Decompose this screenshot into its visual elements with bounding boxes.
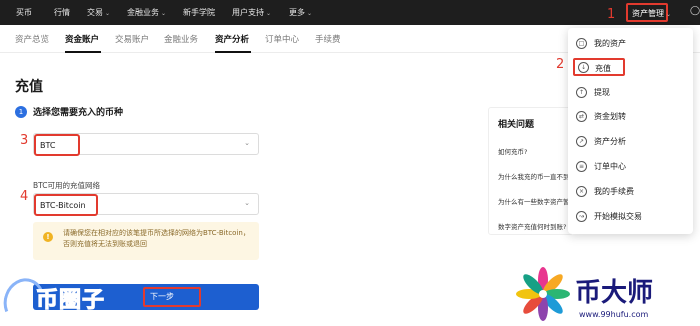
withdraw-icon: ↑ <box>576 87 587 98</box>
wallet-icon: □ <box>576 38 587 49</box>
tab-finance-business[interactable]: 金融业务 <box>164 33 198 45</box>
step-number-badge: 1 <box>15 106 27 118</box>
nav-buy-coin[interactable]: 买币 <box>16 7 32 18</box>
nav-support-label: 用户支持 <box>232 8 264 17</box>
watermark-text-right: 币大师 <box>575 278 654 308</box>
warning-icon: ! <box>43 232 53 242</box>
asset-management-dropdown: □ 我的资产 ↓ 充值 ↑ 提现 ⇄ 资金划转 ↗ 资产分析 ≡ 订单中心 × … <box>568 28 693 234</box>
faq-title: 相关问题 <box>498 120 535 130</box>
faq-panel: 相关问题 如何充币? 为什么我充的币一直不到账? 为什么有一些数字资产暂停充值?… <box>488 107 573 235</box>
watermark-logo-right: 币大师 www.99hufu.com <box>515 264 700 326</box>
menu-item-my-assets[interactable]: □ 我的资产 <box>576 37 686 51</box>
simulate-icon: ↝ <box>576 211 587 222</box>
asset-management-label: 资产管理 <box>632 9 664 18</box>
asset-management-button[interactable]: 资产管理 ⌄ <box>626 3 672 22</box>
menu-item-transfer[interactable]: ⇄ 资金划转 <box>576 110 686 124</box>
nav-finance[interactable]: 金融业务 ⌄ <box>127 7 166 18</box>
order-icon: ≡ <box>576 161 587 172</box>
menu-item-label: 开始模拟交易 <box>594 212 642 221</box>
watermark-logo-left: 币圈子 <box>0 268 170 326</box>
menu-item-my-fees[interactable]: × 我的手续费 <box>576 185 686 199</box>
chevron-down-icon: ⌄ <box>307 10 313 17</box>
menu-item-withdraw[interactable]: ↑ 提现 <box>576 86 686 100</box>
annotation-4: 4 <box>20 189 29 204</box>
coin-select-value: BTC <box>34 134 80 156</box>
tab-order-center[interactable]: 订单中心 <box>265 33 299 45</box>
deposit-icon: ↓ <box>578 62 589 73</box>
fee-icon: × <box>576 186 587 197</box>
menu-item-label: 资产分析 <box>594 137 626 146</box>
annotation-2: 2 <box>556 57 565 72</box>
active-tab-underline <box>215 51 251 53</box>
network-warning: ! 请确保您在相对应的该笔提币所选择的网络为BTC-Bitcoin，否则充值将无… <box>33 222 259 260</box>
chevron-down-icon: ⌄ <box>105 10 111 17</box>
network-select[interactable]: BTC-Bitcoin ⌄ <box>33 193 259 216</box>
nav-trade[interactable]: 交易 ⌄ <box>87 7 110 18</box>
warning-text: 请确保您在相对应的该笔提币所选择的网络为BTC-Bitcoin，否则充值将无法到… <box>63 229 250 248</box>
nav-more[interactable]: 更多 ⌄ <box>289 7 312 18</box>
coin-select[interactable]: BTC ⌄ <box>33 133 259 156</box>
annotation-3: 3 <box>20 133 29 148</box>
step-title: 选择您需要充入的币种 <box>33 108 124 118</box>
annotation-1: 1 <box>607 7 616 22</box>
top-nav: 买币 行情 交易 ⌄ 金融业务 ⌄ 新手学院 用户支持 ⌄ 更多 ⌄ 1 资产管理 ⌄ ◯ <box>0 0 700 25</box>
menu-item-order-center[interactable]: ≡ 订单中心 <box>576 160 686 174</box>
menu-item-label: 提现 <box>594 88 610 97</box>
menu-item-asset-analysis[interactable]: ↗ 资产分析 <box>576 135 686 149</box>
faq-link[interactable]: 为什么有一些数字资产暂停充值? <box>498 196 572 206</box>
menu-item-simulated-trading[interactable]: ↝ 开始模拟交易 <box>576 210 686 224</box>
nav-trade-label: 交易 <box>87 8 103 17</box>
chevron-down-icon: ⌄ <box>244 199 250 207</box>
watermark-url: www.99hufu.com <box>579 310 649 319</box>
flower-logo-icon <box>516 267 570 321</box>
nav-academy[interactable]: 新手学院 <box>183 7 215 18</box>
faq-link[interactable]: 如何充币? <box>498 146 527 156</box>
chevron-down-icon: ⌄ <box>666 11 672 18</box>
tab-asset-analysis[interactable]: 资产分析 <box>215 33 249 45</box>
nav-more-label: 更多 <box>289 8 305 17</box>
menu-item-label: 我的资产 <box>594 39 626 48</box>
network-select-value: BTC-Bitcoin <box>34 194 98 216</box>
network-label: BTC可用的充值网络 <box>33 181 101 190</box>
active-tab-underline <box>65 51 101 53</box>
nav-market[interactable]: 行情 <box>54 7 70 18</box>
user-icon[interactable]: ◯ <box>690 6 700 16</box>
faq-link[interactable]: 数字资产充值何时到账? <box>498 221 566 231</box>
transfer-icon: ⇄ <box>576 111 587 122</box>
menu-item-label: 充值 <box>595 64 611 73</box>
watermark-text-left: 币圈子 <box>35 288 106 314</box>
chevron-down-icon: ⌄ <box>161 10 167 17</box>
faq-link[interactable]: 为什么我充的币一直不到账? <box>498 171 572 181</box>
tab-funding-account[interactable]: 资金账户 <box>65 33 99 45</box>
tab-asset-overview[interactable]: 资产总览 <box>15 33 49 45</box>
tab-trading-account[interactable]: 交易账户 <box>115 33 149 45</box>
chevron-down-icon: ⌄ <box>266 10 272 17</box>
menu-item-label: 我的手续费 <box>594 187 634 196</box>
menu-item-label: 资金划转 <box>594 112 626 121</box>
nav-support[interactable]: 用户支持 ⌄ <box>232 7 271 18</box>
menu-item-label: 订单中心 <box>594 162 626 171</box>
chevron-down-icon: ⌄ <box>244 139 250 147</box>
analysis-icon: ↗ <box>576 136 587 147</box>
menu-item-deposit[interactable]: ↓ 充值 <box>573 58 625 76</box>
page-title: 充值 <box>15 79 43 95</box>
nav-finance-label: 金融业务 <box>127 8 159 17</box>
tab-fees[interactable]: 手续费 <box>315 33 341 45</box>
